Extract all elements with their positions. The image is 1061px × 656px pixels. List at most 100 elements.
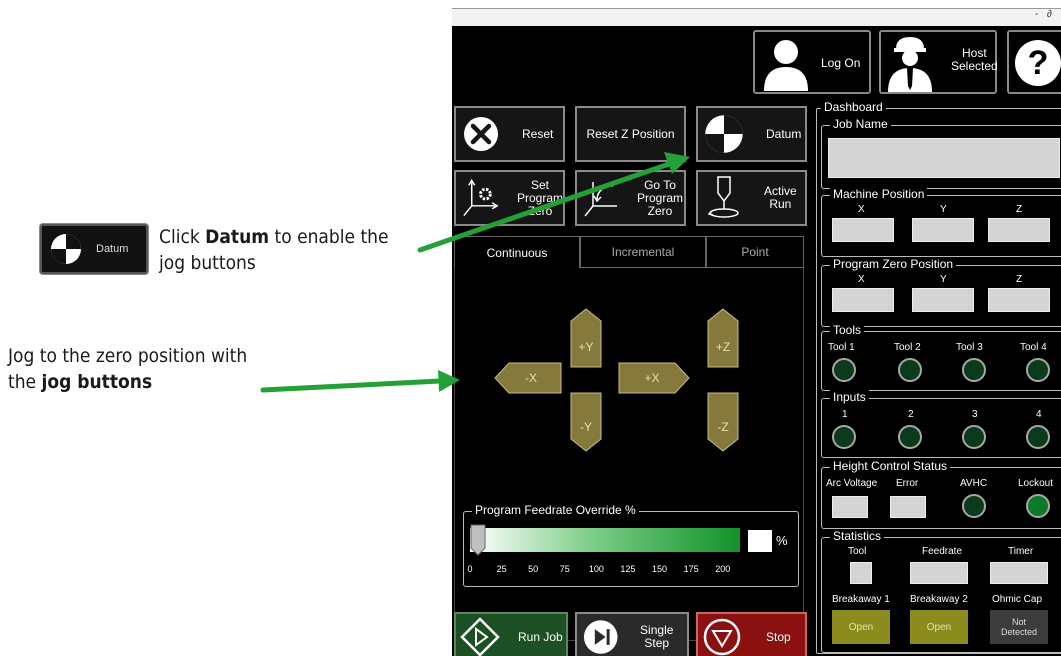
input-1-indicator: [832, 425, 856, 449]
jog-buttons: +Y -Y -X +X +Z -Z: [494, 308, 739, 452]
jog-minus-z-button[interactable]: -Z: [707, 392, 739, 452]
machine-y-label: Y: [940, 204, 947, 215]
datum-icon: [705, 115, 743, 153]
jog-plus-x-label: +X: [644, 371, 659, 385]
help-icon: ?: [1015, 40, 1061, 86]
log-on-label: Log On: [821, 56, 861, 70]
window-controls[interactable]: - ∂: [1035, 9, 1055, 20]
breakaway-1-label: Breakaway 1: [832, 594, 890, 605]
user-icon: [764, 40, 808, 91]
program-zero-title: Program Zero Position: [830, 257, 957, 271]
breakaway-2-label: Breakaway 2: [910, 594, 968, 605]
tab-point[interactable]: Point: [706, 236, 804, 268]
stat-feedrate-label: Feedrate: [922, 546, 963, 557]
datum-icon: [51, 234, 81, 264]
set-program-zero-label: Set Program Zero: [516, 177, 563, 218]
zero-y-label: Y: [940, 274, 947, 285]
machine-x-value: [832, 218, 894, 242]
jog-plus-y-button[interactable]: +Y: [570, 308, 602, 368]
feedrate-tick: 75: [559, 564, 570, 574]
reset-x-icon: [464, 117, 498, 151]
feedrate-value-box[interactable]: [748, 530, 772, 552]
error-value: [890, 496, 926, 518]
datum-callout-label: Datum: [96, 243, 129, 255]
tab-continuous[interactable]: Continuous: [454, 236, 580, 268]
feedrate-tick: 150: [652, 564, 668, 574]
statistics-title: Statistics: [830, 529, 885, 543]
feedrate-tick: 0: [467, 564, 473, 574]
axes-return-icon: [584, 182, 617, 217]
run-diamond-icon: [460, 617, 500, 656]
input-2-indicator: [898, 425, 922, 449]
help-button[interactable]: ?: [1007, 30, 1061, 94]
stop-icon: [703, 618, 741, 656]
reset-z-position-button[interactable]: Reset Z Position: [575, 106, 686, 162]
input-4-indicator: [1026, 425, 1050, 449]
tool-2-label: Tool 2: [894, 342, 921, 353]
height-control-title: Height Control Status: [830, 459, 951, 473]
jog-plus-y-label: +Y: [578, 340, 593, 354]
torch-icon: [707, 176, 739, 218]
stat-tool-label: Tool: [848, 546, 867, 557]
stop-label: Stop: [766, 629, 791, 644]
machine-x-label: X: [858, 204, 865, 215]
lockout-indicator: [1026, 494, 1050, 518]
arrow-to-jog-buttons: [260, 370, 460, 393]
job-name-title: Job Name: [830, 117, 891, 131]
feedrate-tick: 50: [528, 564, 539, 574]
jog-plus-z-button[interactable]: +Z: [707, 308, 739, 368]
breakaway-2-status: Open: [910, 610, 968, 644]
tool-2-indicator: [898, 358, 922, 382]
go-to-program-zero-button[interactable]: Go To Program Zero: [575, 170, 686, 226]
tool-1-label: Tool 1: [828, 342, 855, 353]
zero-y-value: [912, 288, 974, 312]
dashboard-panel: Dashboard Job Name Machine Position X Y …: [816, 100, 1061, 654]
jog-minus-y-button[interactable]: -Y: [570, 392, 602, 452]
feedrate-slider-track[interactable]: [470, 528, 740, 552]
datum-button-callout: Datum: [40, 224, 148, 274]
datum-button[interactable]: Datum: [696, 106, 807, 162]
machine-position-title: Machine Position: [830, 187, 928, 201]
active-run-label: Active Run: [764, 184, 797, 211]
run-job-button[interactable]: Run Job: [454, 612, 568, 656]
host-selected-button[interactable]: Host Selected: [879, 30, 998, 94]
height-control-group: Height Control Status Arc Voltage Error …: [821, 459, 1061, 529]
tool-3-label: Tool 3: [956, 342, 983, 353]
error-label: Error: [896, 478, 919, 489]
jog-plus-x-button[interactable]: +X: [618, 362, 690, 394]
active-run-button[interactable]: Active Run: [696, 170, 807, 226]
job-name-group: Job Name: [821, 117, 1061, 189]
program-zero-group: Program Zero Position X Y Z: [821, 257, 1061, 327]
ohmic-cap-label: Ohmic Cap: [992, 594, 1043, 605]
stat-feedrate-value: [910, 562, 968, 584]
set-program-zero-button[interactable]: Set Program Zero: [454, 170, 565, 226]
jog-plus-z-label: +Z: [716, 340, 730, 354]
stop-button[interactable]: Stop: [696, 612, 807, 656]
feedrate-slider-thumb[interactable]: [470, 524, 486, 556]
datum-instruction: Click Datum to enable the jog buttons: [159, 226, 389, 274]
window-titlebar: - ∂: [452, 8, 1061, 26]
inputs-title: Inputs: [830, 390, 869, 404]
log-on-button[interactable]: Log On: [753, 30, 871, 94]
datum-label: Datum: [766, 126, 802, 141]
jog-minus-x-button[interactable]: -X: [494, 362, 562, 394]
input-3-indicator: [962, 425, 986, 449]
lockout-label: Lockout: [1018, 478, 1054, 489]
job-name-field: [828, 138, 1060, 178]
cnc-control-window: - ∂ Log On Host Selected ? Reset Reset Z…: [452, 8, 1061, 656]
tab-incremental[interactable]: Incremental: [580, 236, 706, 268]
engineer-icon: [888, 37, 932, 92]
jog-minus-x-label: -X: [525, 371, 537, 385]
jog-minus-y-label: -Y: [580, 420, 592, 434]
tool-4-indicator: [1026, 358, 1050, 382]
zero-x-label: X: [858, 274, 865, 285]
tool-4-label: Tool 4: [1020, 342, 1047, 353]
reset-button[interactable]: Reset: [454, 106, 565, 162]
jog-panel: +Y -Y -X +X +Z -Z Program Feedrate Overr…: [454, 268, 804, 641]
input-1-label: 1: [842, 409, 848, 420]
tool-3-indicator: [962, 358, 986, 382]
jog-minus-z-label: -Z: [717, 420, 728, 434]
feedrate-tick: 125: [620, 564, 636, 574]
single-step-button[interactable]: Single Step: [575, 612, 689, 656]
tools-title: Tools: [830, 323, 865, 337]
